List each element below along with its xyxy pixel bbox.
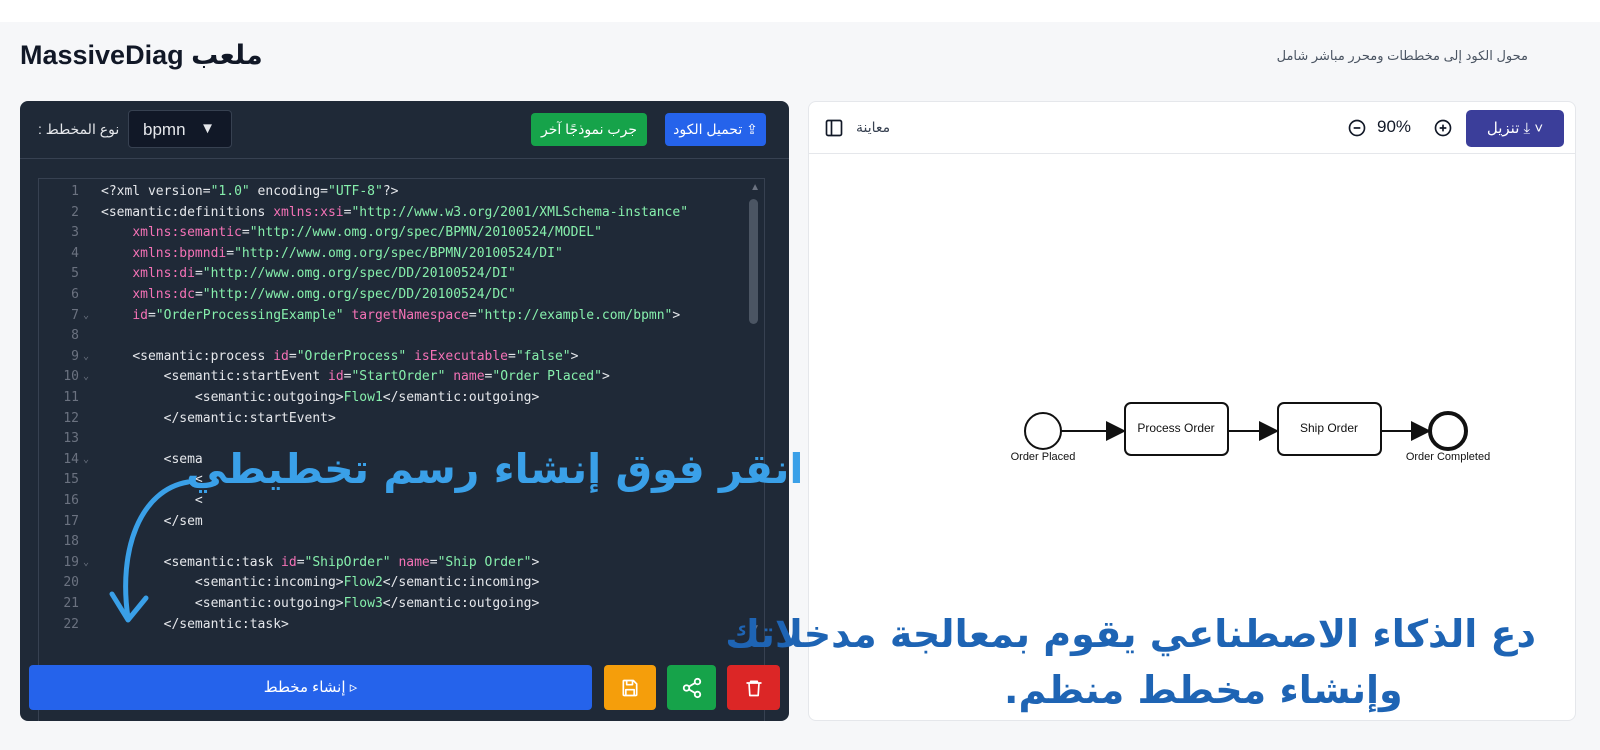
line-number: 14 [63, 451, 79, 467]
diagram-type-select[interactable]: bpmn ▼ [128, 110, 232, 148]
code-text: </sem [163, 513, 203, 529]
task-process-order-label: Process Order [1137, 421, 1214, 435]
code-text: xmlns:di="http://www.omg.org/spec/DD/201… [132, 266, 516, 282]
save-button[interactable] [604, 665, 656, 710]
code-text: id="OrderProcessingExample" targetNamesp… [132, 307, 681, 323]
zoom-level: 90% [1377, 117, 1412, 136]
code-text: <semantic:incoming>Flow2</semantic:incom… [194, 575, 540, 591]
overlay-instruction-left: انقر فوق إنشاء رسم تخطيطي [186, 445, 804, 493]
code-text: xmlns:bpmndi="http://www.omg.org/spec/BP… [132, 245, 563, 261]
code-editor-panel: : نوع المخطط bpmn ▼ جرب نموذجًا آخر تحمي… [20, 101, 789, 721]
code-text: <semantic:outgoing>Flow1</semantic:outgo… [194, 390, 540, 405]
line-number: 7 [71, 307, 79, 323]
line-number: 5 [71, 266, 79, 282]
try-another-sample-button[interactable]: جرب نموذجًا آخر [531, 113, 647, 146]
load-code-button[interactable]: تحميل الكود ⇪ [665, 113, 766, 146]
line-number: 8 [71, 328, 79, 344]
code-text: <semantic:process id="OrderProcess" isEx… [132, 348, 579, 364]
preview-label: معاينة [856, 119, 891, 135]
generate-diagram-button[interactable]: إنشاء مخطط ▹ [29, 665, 592, 710]
code-text: <semantic:outgoing>Flow3</semantic:outgo… [194, 596, 540, 611]
save-icon [622, 679, 638, 696]
line-number: 2 [71, 204, 79, 220]
line-number: 6 [71, 287, 79, 302]
preview-toolbar: معاينة 90% تنزيل ⤓ ˅ [809, 102, 1575, 154]
page-title: MassiveDiag ملعب [20, 40, 263, 70]
code-text: xmlns:semantic="http://www.omg.org/spec/… [132, 225, 602, 241]
line-number: 4 [71, 245, 79, 261]
line-number: 11 [63, 390, 79, 405]
start-event[interactable] [1024, 412, 1062, 450]
line-number: 3 [71, 225, 79, 241]
overlay-ai-line-1: دع الذكاء الاصطناعي يقوم بمعالجة مدخلاتك [725, 612, 1536, 656]
code-text: </semantic:task> [163, 616, 289, 632]
fold-chevron-icon[interactable]: ⌄ [83, 450, 89, 470]
code-text: <?xml version="1.0" encoding="UTF-8"?> [101, 184, 399, 199]
line-number: 22 [63, 616, 79, 632]
line-number: 12 [63, 410, 79, 426]
fold-chevron-icon[interactable]: ⌄ [83, 367, 89, 387]
line-number: 1 [71, 184, 79, 199]
line-number: 21 [63, 596, 79, 611]
code-text: <semantic:task id="ShipOrder" name="Ship… [163, 554, 540, 570]
scrollbar-thumb[interactable] [749, 199, 758, 324]
code-text: xmlns:dc="http://www.omg.org/spec/DD/201… [132, 287, 516, 302]
line-number: 9 [71, 348, 79, 364]
overlay-ai-line-2: .وإنشاء مخطط منظم [1004, 668, 1403, 712]
delete-button[interactable] [727, 665, 780, 710]
share-button[interactable] [667, 665, 716, 710]
line-number: 17 [63, 513, 79, 529]
task-ship-order-label: Ship Order [1300, 421, 1358, 435]
code-text: </semantic:startEvent> [163, 410, 336, 426]
caret-down-icon: ▼ [200, 120, 215, 137]
diagram-type-label: : نوع المخطط [38, 121, 120, 137]
download-button[interactable]: تنزيل ⤓ ˅ [1466, 110, 1564, 147]
line-number: 13 [63, 431, 79, 447]
zoom-out-icon[interactable] [1347, 118, 1367, 138]
line-number: 20 [63, 575, 79, 591]
start-event-label: Order Placed [1011, 451, 1076, 463]
fold-chevron-icon[interactable]: ⌄ [83, 347, 89, 367]
end-event-label: Order Completed [1406, 451, 1490, 463]
code-text: <semantic:definitions xmlns:xsi="http://… [101, 204, 689, 220]
trash-icon [746, 680, 761, 696]
fold-chevron-icon[interactable]: ⌄ [83, 553, 89, 573]
zoom-in-icon[interactable] [1433, 118, 1453, 138]
code-text: < [194, 493, 203, 508]
diagram-type-value: bpmn [143, 120, 186, 139]
code-text: <semantic:startEvent id="StartOrder" nam… [163, 369, 610, 385]
page-subtitle: محول الكود إلى مخططات ومحرر مباشر شامل [1276, 48, 1528, 63]
panel-layout-icon [825, 119, 843, 137]
end-event[interactable] [1428, 411, 1468, 451]
line-number: 10 [63, 369, 79, 385]
fold-chevron-icon[interactable]: ⌄ [83, 306, 89, 326]
scroll-up-icon[interactable]: ▲ [750, 182, 760, 193]
sidebar-toggle-button[interactable] [824, 118, 844, 143]
editor-toolbar: : نوع المخطط bpmn ▼ جرب نموذجًا آخر تحمي… [20, 101, 789, 159]
line-number: 18 [63, 534, 79, 550]
share-icon [682, 677, 701, 698]
line-number: 15 [63, 472, 79, 488]
line-number: 19 [63, 554, 79, 570]
line-number: 16 [63, 493, 79, 508]
